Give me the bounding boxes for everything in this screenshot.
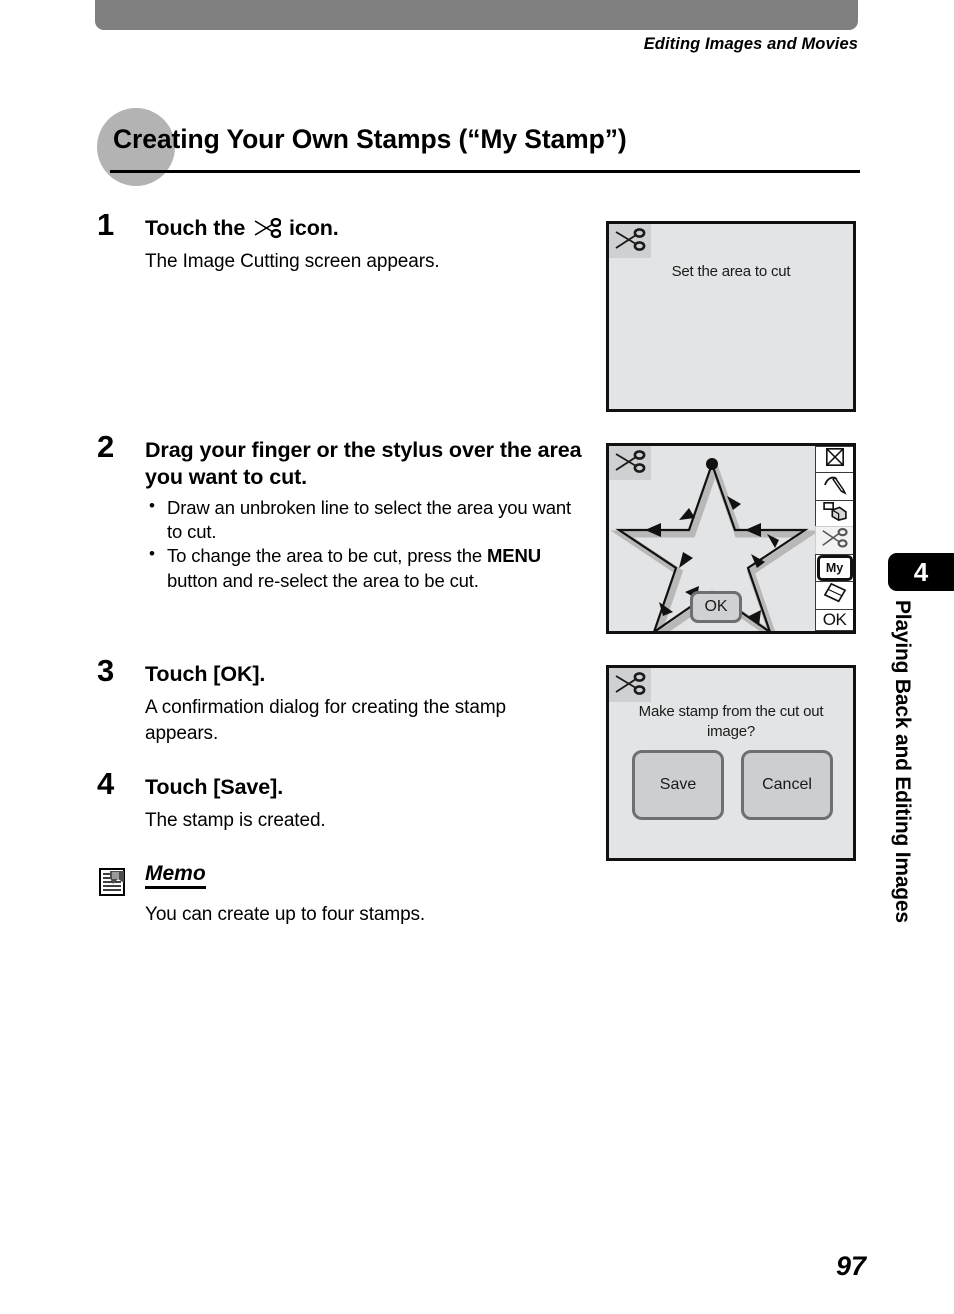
- scissors-icon: [609, 446, 651, 480]
- step-3-number: 3: [97, 653, 115, 688]
- cancel-button[interactable]: Cancel: [741, 750, 833, 820]
- step-4-body: The stamp is created.: [145, 810, 326, 832]
- area-selection-screen: OK My OK: [606, 443, 856, 645]
- step-4-title: Touch [Save].: [145, 775, 284, 799]
- image-cutting-screen: Set the area to cut: [606, 221, 856, 412]
- shapes-copy-icon: [822, 501, 847, 526]
- pen-icon: [823, 473, 847, 500]
- crossed-box-icon: [825, 447, 845, 472]
- step-1-number: 1: [97, 207, 115, 242]
- ok-tool-button[interactable]: OK: [815, 609, 853, 631]
- step-2-number: 2: [97, 429, 115, 464]
- step-2-bullet-2: To change the area to be cut, press the …: [145, 543, 583, 593]
- scissors-icon: [609, 224, 651, 258]
- save-button[interactable]: Save: [632, 750, 724, 820]
- step-2: 2 Drag your finger or the stylus over th…: [97, 431, 583, 609]
- step-1-title: Touch the icon.: [145, 215, 583, 242]
- memo-block: Memo You can create up to four stamps.: [97, 862, 583, 927]
- memo-document-icon: [99, 868, 127, 896]
- memo-body: You can create up to four stamps.: [145, 904, 426, 926]
- cancel-tool-button[interactable]: [815, 446, 853, 472]
- scissors-icon: [821, 527, 848, 554]
- memo-title: Memo: [145, 862, 206, 890]
- screen-1-caption: Set the area to cut: [671, 263, 791, 280]
- cut-tool-button[interactable]: [815, 526, 853, 554]
- page-number: 97: [835, 1251, 866, 1281]
- scissors-icon: [253, 217, 282, 239]
- step-1: 1 Touch the icon. The Image Cutting scre…: [97, 209, 583, 275]
- step-2-bullets: Draw an unbroken line to select the area…: [145, 495, 583, 594]
- step-3-body: A confirmation dialog for creating the s…: [145, 697, 507, 744]
- step-3-title: Touch [OK].: [145, 662, 266, 686]
- screen-2-toolbar: My OK: [815, 446, 853, 631]
- step-2-title: Drag your finger or the stylus over the …: [145, 438, 582, 490]
- step-1-body: The Image Cutting screen appears.: [145, 251, 440, 273]
- chapter-number: 4: [913, 556, 929, 587]
- top-decoration-bar: [95, 0, 858, 30]
- confirmation-dialog-screen: Make stamp from the cut out image? Save …: [606, 665, 856, 861]
- heading-underline: [110, 170, 860, 173]
- diamond-eraser-icon: [823, 582, 847, 609]
- pen-tool-button[interactable]: [815, 472, 853, 500]
- bullet-2-pre: To change the area to be cut, press the: [167, 545, 488, 567]
- ok-touch-button[interactable]: OK: [690, 591, 742, 623]
- ok-text-icon: OK: [822, 610, 847, 629]
- step-1-title-pre: Touch the: [145, 216, 246, 240]
- screen-3-caption: Make stamp from the cut out image?: [638, 703, 824, 741]
- menu-button-label: MENU: [487, 545, 541, 567]
- my-stamp-tool-button[interactable]: My: [815, 554, 853, 581]
- chapter-title: Playing Back and Editing Images: [891, 600, 914, 923]
- step-4-number: 4: [97, 766, 115, 801]
- step-1-title-post: icon.: [288, 216, 339, 240]
- eraser-tool-button[interactable]: [815, 581, 853, 609]
- my-badge-icon: My: [816, 555, 853, 581]
- scissors-icon: [609, 668, 651, 702]
- section-heading: Creating Your Own Stamps (“My Stamp”): [97, 108, 860, 188]
- running-header: Editing Images and Movies: [643, 35, 858, 53]
- step-2-bullet-1: Draw an unbroken line to select the area…: [145, 495, 583, 545]
- step-3: 3 Touch [OK]. A confirmation dialog for …: [97, 655, 583, 746]
- chapter-tab: 4: [888, 553, 954, 591]
- bullet-2-post: button and re-select the area to be cut.: [167, 569, 479, 591]
- copy-tool-button[interactable]: [815, 500, 853, 526]
- page-title: Creating Your Own Stamps (“My Stamp”): [113, 124, 627, 154]
- step-4: 4 Touch [Save]. The stamp is created.: [97, 768, 583, 834]
